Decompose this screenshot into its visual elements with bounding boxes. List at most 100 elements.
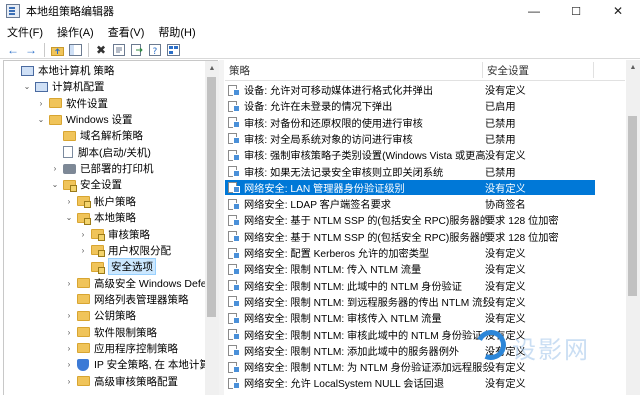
maximize-button[interactable]: ☐ (555, 0, 597, 22)
scroll-up-arrow-icon[interactable]: ▲ (205, 61, 219, 75)
policy-row[interactable]: 网络安全: LAN 管理器身份验证级别 没有定义 (225, 179, 595, 195)
tree-item[interactable]: › 用户权限分配 (78, 242, 171, 259)
back-arrow-icon[interactable]: ← (6, 43, 20, 57)
tree-item[interactable]: › 帐户策略 (64, 193, 136, 210)
policy-setting-value: 没有定义 (485, 281, 526, 293)
policy-row[interactable]: 网络安全: 允许 LocalSystem NULL 会话回退 没有定义 (225, 375, 595, 390)
expand-chevron-icon[interactable]: › (50, 164, 60, 174)
tree-item[interactable]: › 审核策略 (78, 226, 150, 243)
properties-icon[interactable] (112, 43, 126, 57)
tree-item[interactable]: › 高级安全 Windows Defender 防 (64, 275, 217, 292)
help-icon[interactable]: ? (148, 43, 162, 57)
policy-name: 设备: 允许在未登录的情况下弹出 (244, 102, 393, 114)
tree-item[interactable]: ⌄ Windows 设置 (36, 111, 133, 128)
close-button[interactable]: ✕ (597, 0, 639, 22)
policy-row[interactable]: 审核: 强制审核策略子类别设置(Windows Vista 或更高版本...没有… (225, 147, 595, 162)
policy-row[interactable]: 网络安全: 限制 NTLM: 传入 NTLM 流量 没有定义 (225, 261, 595, 276)
expand-chevron-icon[interactable]: › (78, 245, 88, 255)
column-header-setting[interactable]: 安全设置 (487, 60, 587, 80)
show-tree-icon[interactable] (68, 43, 82, 57)
expand-chevron-icon[interactable]: › (64, 311, 74, 321)
expand-chevron-icon[interactable]: › (64, 196, 74, 206)
policy-row[interactable]: 审核: 如果无法记录安全审核则立即关闭系统 已禁用 (225, 164, 595, 179)
list-scrollbar[interactable]: ▲ (626, 60, 640, 395)
expand-chevron-icon[interactable]: › (64, 343, 74, 353)
tree-item-label: 高级审核策略配置 (94, 375, 178, 388)
policy-setting-value: 没有定义 (485, 330, 526, 342)
policy-setting-icon (228, 132, 240, 145)
policy-setting-icon (228, 312, 240, 324)
expand-chevron-icon[interactable]: › (64, 278, 74, 288)
column-divider[interactable] (593, 62, 594, 78)
folder-icon (77, 343, 90, 354)
tree-item[interactable]: › IP 安全策略, 在 本地计算机 (64, 356, 217, 373)
policy-row[interactable]: 网络安全: 基于 NTLM SSP 的(包括安全 RPC)服务器的最小...要求… (225, 229, 595, 244)
navigation-tree[interactable]: 本地计算机 策略 ⌄ 计算机配置 › 软件设置 ⌄ Windows 设置 域名解析策略 脚本(启… (3, 60, 218, 395)
delete-icon[interactable]: ✖ (94, 43, 108, 57)
header-divider (225, 80, 625, 81)
collapse-chevron-icon[interactable]: ⌄ (50, 180, 60, 190)
expand-chevron-icon[interactable]: › (64, 376, 74, 386)
list-scrollbar-thumb[interactable] (628, 116, 637, 296)
tree-scrollbar-thumb[interactable] (207, 77, 216, 317)
tree-item[interactable]: › 应用程序控制策略 (64, 340, 178, 357)
tree-item[interactable]: 本地计算机 策略 (8, 62, 114, 79)
pane-splitter[interactable] (219, 60, 224, 395)
export-icon[interactable] (130, 43, 144, 57)
collapse-chevron-icon[interactable]: ⌄ (64, 213, 74, 223)
tree-item[interactable]: 域名解析策略 (50, 127, 143, 144)
menu-help[interactable]: 帮助(H) (151, 24, 202, 40)
policy-row[interactable]: 网络安全: 限制 NTLM: 到远程服务器的传出 NTLM 流量 没有定义 (225, 294, 595, 309)
column-header-policy[interactable]: 策略 (229, 60, 479, 80)
tree-item[interactable]: ⌄ 计算机配置 (22, 78, 105, 95)
tree-item[interactable]: › 高级审核策略配置 (64, 373, 178, 390)
expand-chevron-icon[interactable]: › (78, 229, 88, 239)
tree-item[interactable]: 网络列表管理器策略 (64, 291, 189, 308)
policy-row[interactable]: 审核: 对备份和还原权限的使用进行审核 已禁用 (225, 115, 595, 130)
toolbar: ← → ✖ ? (0, 42, 640, 59)
toolbar-separator (88, 43, 89, 57)
tree-item[interactable]: › 已部署的打印机 (50, 160, 154, 177)
menu-action[interactable]: 操作(A) (50, 24, 101, 40)
tree-item[interactable]: 脚本(启动/关机) (50, 144, 151, 161)
menu-file[interactable]: 文件(F) (0, 24, 50, 40)
policy-row[interactable]: 网络安全: 基于 NTLM SSP 的(包括安全 RPC)服务器的最小...要求… (225, 212, 595, 227)
policy-row[interactable]: 网络安全: 限制 NTLM: 审核传入 NTLM 流量 没有定义 (225, 310, 595, 325)
menu-view[interactable]: 查看(V) (101, 24, 152, 40)
tree-item-label: 帐户策略 (94, 195, 136, 208)
scroll-up-arrow-icon[interactable]: ▲ (626, 60, 640, 74)
column-divider[interactable] (482, 62, 483, 78)
tree-item[interactable]: › 软件设置 (36, 95, 108, 112)
minimize-button[interactable]: — (513, 0, 555, 22)
policy-row[interactable]: 审核: 对全局系统对象的访问进行审核 已禁用 (225, 131, 595, 146)
tree-item[interactable]: › 软件限制策略 (64, 324, 157, 341)
forward-arrow-icon[interactable]: → (24, 43, 38, 57)
tree-scrollbar[interactable]: ▲ (205, 61, 219, 395)
policy-row[interactable]: 设备: 允许对可移动媒体进行格式化并弹出 没有定义 (225, 82, 595, 97)
tree-item[interactable]: › 公钥策略 (64, 307, 136, 324)
expand-chevron-icon[interactable]: › (64, 360, 74, 370)
tree-item[interactable]: ⌄ 本地策略 (64, 209, 136, 226)
policy-name: 网络安全: 允许 LocalSystem NULL 会话回退 (244, 379, 445, 391)
policy-setting-icon (228, 116, 240, 129)
policy-row[interactable]: 网络安全: 配置 Kerberos 允许的加密类型 没有定义 (225, 245, 595, 260)
collapse-chevron-icon[interactable]: ⌄ (22, 82, 32, 92)
policy-row[interactable]: 网络安全: 限制 NTLM: 为 NTLM 身份验证添加远程服务器... 没有定义 (225, 359, 595, 374)
policy-setting-icon (228, 149, 240, 161)
policy-row[interactable]: 网络安全: 限制 NTLM: 添加此域中的服务器例外 没有定义 (225, 343, 595, 358)
folder-icon (49, 98, 62, 109)
up-folder-icon[interactable] (50, 43, 64, 57)
policy-row[interactable]: 网络安全: 限制 NTLM: 此域中的 NTLM 身份验证 没有定义 (225, 278, 595, 293)
expand-chevron-icon[interactable]: › (64, 327, 74, 337)
tree-item[interactable]: 安全选项 (78, 258, 156, 276)
policy-setting-icon (228, 165, 240, 177)
policy-row[interactable]: 设备: 允许在未登录的情况下弹出 已启用 (225, 98, 595, 113)
expand-chevron-icon[interactable]: › (36, 98, 46, 108)
policy-name: 网络安全: 限制 NTLM: 添加此域中的服务器例外 (244, 346, 460, 358)
view-icon[interactable] (166, 43, 180, 57)
collapse-chevron-icon[interactable]: ⌄ (36, 115, 46, 125)
tree-item[interactable]: ⌄ 安全设置 (50, 176, 122, 193)
policy-setting-value: 没有定义 (485, 265, 526, 277)
policy-row[interactable]: 网络安全: LDAP 客户端签名要求 协商签名 (225, 196, 595, 211)
policy-row[interactable]: 网络安全: 限制 NTLM: 审核此域中的 NTLM 身份验证 没有定义 (225, 327, 595, 342)
